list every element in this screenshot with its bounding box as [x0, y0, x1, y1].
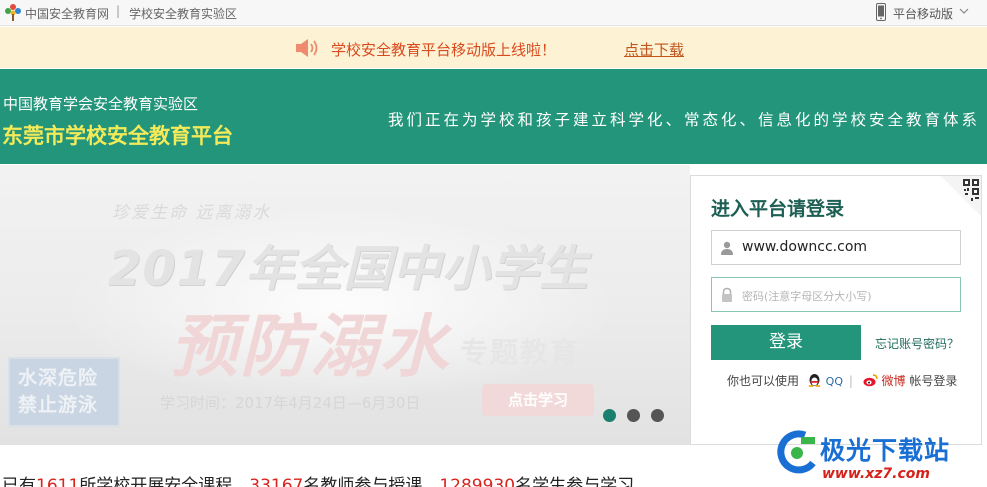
banner-study-time: 学习时间：2017年4月24日—6月30日: [160, 394, 421, 412]
qq-penguin-icon[interactable]: [807, 373, 822, 387]
chevron-down-icon[interactable]: [959, 6, 969, 16]
stats-text-teachers: 名教师参与授课，: [303, 476, 440, 487]
user-icon: [721, 241, 733, 255]
username-field[interactable]: www.downcc.com: [711, 230, 961, 265]
stats-text-schools: 所学校开展安全课程，: [79, 476, 250, 487]
login-button[interactable]: 登录: [711, 325, 861, 360]
warning-sign: 水深危险 禁止游泳: [8, 357, 120, 427]
stats-prefix: 已有: [2, 476, 36, 487]
login-title: 进入平台请登录: [711, 198, 845, 220]
qr-code-icon[interactable]: [941, 176, 981, 216]
speaker-icon: [296, 39, 318, 57]
banner-tagline: 珍爱生命 远离溺水: [112, 203, 272, 223]
tree-logo-icon: [5, 4, 21, 21]
watermark-brand: 极光下载站: [820, 436, 951, 465]
header-subtitle: 中国教育学会安全教育实验区: [3, 95, 199, 113]
platform-title: 东莞市学校安全教育平台: [2, 124, 233, 148]
header-slogan: 我们正在为学校和孩子建立科学化、常态化、信息化的学校安全教育体系: [388, 111, 981, 129]
carousel-dot-2[interactable]: [627, 409, 640, 422]
forgot-password-link[interactable]: 忘记账号密码？: [875, 335, 959, 352]
drowning-prevention-banner[interactable]: 珍爱生命 远离溺水 2017年全国中小学生 预防溺水 专题教育 水深危险 禁止游…: [0, 165, 690, 445]
platform-stats: 已有1611所学校开展安全课程，33167名教师参与授课，1289930名学生参…: [2, 471, 634, 487]
site-watermark: 极光下载站 www.xz7.com: [765, 425, 987, 487]
topbar-separator: |: [116, 4, 121, 18]
page: 中国安全教育网 | 学校安全教育实验区 平台移动版 学校安全教育平台移动版上线啦…: [0, 0, 987, 487]
watermark-url: www.xz7.com: [822, 466, 930, 482]
student-count: 1289930: [439, 476, 516, 487]
username-value: www.downcc.com: [742, 239, 868, 255]
banner-year-heading: 2017年全国中小学生: [108, 241, 589, 297]
weibo-icon[interactable]: [863, 373, 878, 387]
carousel-dot-3[interactable]: [651, 409, 664, 422]
weibo-login-link[interactable]: 微博: [882, 374, 906, 388]
alt-login-prefix: 你也可以使用: [727, 374, 800, 388]
site-link-experiment-zone[interactable]: 学校安全教育实验区: [129, 5, 237, 22]
top-bar: 中国安全教育网 | 学校安全教育实验区 平台移动版: [0, 0, 987, 26]
carousel-dots: [603, 409, 669, 425]
mobile-phone-icon: [876, 3, 886, 21]
aurora-logo-icon: [777, 430, 816, 474]
school-count: 1611: [36, 476, 80, 487]
notice-bar: 学校安全教育平台移动版上线啦！ 点击下载: [0, 27, 987, 68]
download-link[interactable]: 点击下载: [624, 39, 684, 60]
warning-sign-line1: 水深危险: [18, 367, 99, 389]
password-field[interactable]: 密码(注意字母区分大小写): [711, 277, 961, 312]
alt-login-suffix: 帐号登录: [909, 374, 958, 388]
teacher-count: 33167: [249, 476, 304, 487]
platform-header: 中国教育学会安全教育实验区 东莞市学校安全教育平台 我们正在为学校和孩子建立科学…: [0, 69, 987, 164]
warning-sign-line2: 禁止游泳: [18, 394, 99, 416]
login-panel: 进入平台请登录 www.downcc.com 密码(注意字母区分大小写) 登录 …: [690, 175, 982, 445]
banner-topic: 专题教育: [460, 336, 581, 369]
alt-login-divider: |: [848, 374, 853, 388]
password-placeholder: 密码(注意字母区分大小写): [742, 290, 872, 303]
start-learning-button[interactable]: 点击学习: [482, 384, 594, 416]
qq-login-link[interactable]: QQ: [826, 375, 843, 388]
carousel-dot-1[interactable]: [603, 409, 616, 422]
site-link-safety-edu[interactable]: 中国安全教育网: [25, 5, 109, 22]
third-party-login: 你也可以使用 QQ | 微博 帐号登录: [727, 372, 957, 389]
notice-message: 学校安全教育平台移动版上线啦！: [331, 41, 557, 59]
stats-text-students: 名学生参与学习: [515, 476, 635, 487]
mobile-version-link[interactable]: 平台移动版: [893, 5, 953, 22]
banner-headline: 预防溺水: [170, 308, 451, 387]
lock-icon: [722, 287, 732, 302]
